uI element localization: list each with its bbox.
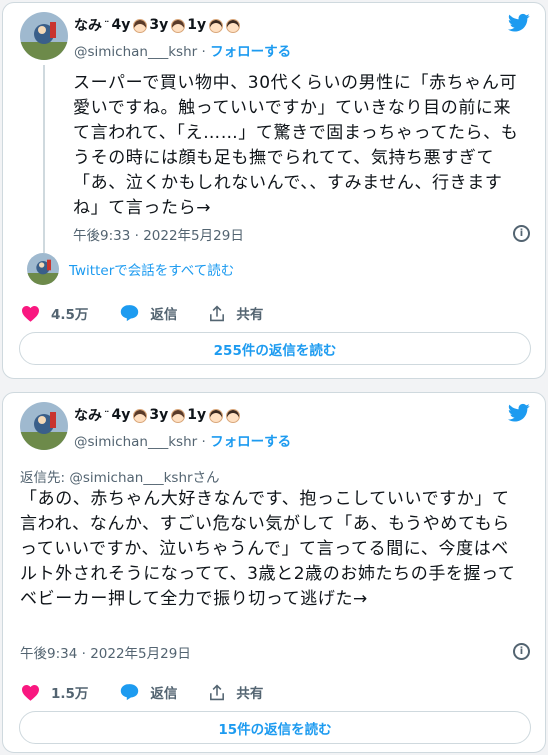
handle-row: @simichan___kshr · フォローする (74, 40, 291, 60)
kid-age-label: 4y (111, 407, 131, 423)
share-label: 共有 (236, 307, 264, 323)
kid-age-label: 3y (149, 407, 169, 423)
info-icon[interactable]: i (513, 225, 530, 242)
rabbit-ear-icon: ¨ (104, 18, 110, 32)
conversation-link-label: Twitterで会話をすべて読む (69, 263, 235, 279)
baby-face-icon (226, 19, 241, 33)
conversation-link[interactable]: Twitterで会話をすべて読む (27, 253, 234, 285)
twitter-bird-icon[interactable] (508, 403, 530, 423)
action-bar: 4.5万 返信 共有 (21, 303, 295, 323)
reply-label: 返信 (150, 307, 178, 323)
kid-age-label: 1y (187, 407, 207, 423)
tweet-text: スーパーで買い物中、30代くらいの男性に「赤ちゃん可愛いですね。触っていいですか… (73, 73, 519, 218)
reply-to-label: 返信先: (20, 470, 70, 486)
baby-face-icon (226, 409, 241, 423)
share-button[interactable]: 共有 (209, 303, 263, 323)
tweet-card: なみ ¨ 4y 3y 1y @simichan___kshr · フォローする … (2, 392, 546, 753)
kid-age-label: 3y (149, 17, 169, 33)
user-handle[interactable]: @simichan___kshr (74, 434, 197, 450)
girl-face-icon (133, 19, 148, 33)
tweet-timestamp[interactable]: 午後9:33 · 2022年5月29日 (73, 224, 244, 244)
read-replies-button[interactable]: 15件の返信を読む (19, 711, 531, 744)
reply-label: 返信 (150, 686, 178, 702)
share-button[interactable]: 共有 (209, 682, 263, 702)
thread-line (43, 65, 45, 253)
girl-face-icon (133, 409, 148, 423)
share-arrow-icon (210, 304, 225, 321)
kid-age-label: 1y (187, 17, 207, 33)
reply-to-suffix: さん (192, 470, 220, 486)
like-button[interactable]: 1.5万 (21, 682, 88, 702)
action-bar: 1.5万 返信 共有 (21, 682, 295, 702)
share-label: 共有 (236, 686, 264, 702)
heart-icon (22, 684, 39, 701)
baby-face-icon (209, 19, 224, 33)
reply-to-line: 返信先: @simichan___kshrさん (20, 466, 220, 486)
share-arrow-icon (210, 683, 225, 700)
separator-dot: · (201, 44, 211, 60)
read-replies-button[interactable]: 255件の返信を読む (19, 332, 531, 365)
reply-button[interactable]: 返信 (120, 682, 177, 702)
like-count: 1.5万 (51, 686, 89, 702)
twitter-bird-icon[interactable] (508, 13, 530, 33)
like-button[interactable]: 4.5万 (21, 303, 88, 323)
heart-icon (22, 305, 39, 322)
user-handle[interactable]: @simichan___kshr (74, 44, 197, 60)
girl-face-icon (171, 409, 186, 423)
tweet-text: 「あの、赤ちゃん大好きなんです、抱っこしていいですか」て言われ、なんか、すごい危… (20, 489, 516, 609)
reply-button[interactable]: 返信 (120, 303, 177, 323)
author-name[interactable]: なみ ¨ 4y 3y 1y (74, 405, 241, 425)
tweet-timestamp[interactable]: 午後9:34 · 2022年5月29日 (20, 642, 191, 662)
author-name[interactable]: なみ ¨ 4y 3y 1y (74, 15, 241, 35)
separator-dot: · (201, 434, 211, 450)
baby-face-icon (209, 409, 224, 423)
avatar[interactable] (20, 12, 68, 60)
tweet-card: なみ ¨ 4y 3y 1y @simichan___kshr · フォローする … (2, 2, 546, 379)
follow-button[interactable]: フォローする (210, 44, 291, 60)
kid-age-label: 4y (111, 17, 131, 33)
girl-face-icon (171, 19, 186, 33)
avatar[interactable] (20, 402, 68, 450)
speech-bubble-icon (121, 684, 139, 701)
info-icon[interactable]: i (513, 643, 530, 660)
display-name: なみ (74, 18, 102, 34)
handle-row: @simichan___kshr · フォローする (74, 430, 291, 450)
avatar (27, 253, 59, 285)
follow-button[interactable]: フォローする (210, 434, 291, 450)
like-count: 4.5万 (51, 307, 89, 323)
display-name: なみ (74, 408, 102, 424)
rabbit-ear-icon: ¨ (104, 408, 110, 422)
speech-bubble-icon (121, 305, 139, 322)
reply-to-handle[interactable]: @simichan___kshr (69, 470, 192, 486)
